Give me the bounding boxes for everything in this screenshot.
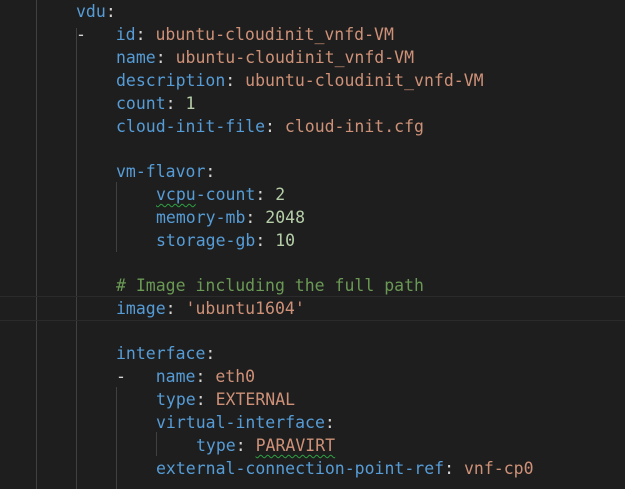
code-line[interactable]: external-connection-point-ref: vnf-cp0 — [0, 457, 625, 480]
yaml-key: count — [116, 94, 166, 113]
yaml-value: 2048 — [265, 208, 306, 227]
code-line-current[interactable]: image: 'ubuntu1604' — [0, 296, 625, 321]
code-line[interactable]: type: EXTERNAL — [0, 388, 625, 411]
yaml-key: external-connection-point-ref — [156, 459, 445, 478]
yaml-key: interface — [116, 344, 206, 363]
code-editor[interactable]: vdu: - id: ubuntu-cloudinit_vnfd-VM name… — [0, 0, 625, 489]
code-line[interactable]: # Image including the full path — [0, 274, 625, 297]
yaml-key: virtual-interface — [156, 413, 325, 432]
yaml-key: name — [155, 367, 196, 386]
yaml-key: memory-mb — [156, 208, 246, 227]
code-line[interactable]: count: 1 — [0, 92, 625, 115]
code-line[interactable]: cloud-init-file: cloud-init.cfg — [0, 115, 625, 138]
list-dash: - — [76, 25, 86, 44]
yaml-value: 2 — [275, 185, 286, 204]
yaml-key-misspelled: vcpu — [156, 185, 196, 204]
yaml-value: ubuntu-cloudinit_vnfd-VM — [155, 25, 394, 44]
code-line[interactable]: vdu: — [0, 0, 625, 23]
code-line[interactable]: name: ubuntu-cloudinit_vnfd-VM — [0, 46, 625, 69]
yaml-value: 1 — [185, 94, 196, 113]
yaml-value: eth0 — [215, 367, 256, 386]
code-line[interactable]: virtual-interface: — [0, 411, 625, 434]
yaml-value: ubuntu-cloudinit_vnfd-VM — [245, 71, 484, 90]
yaml-value: cloud-init.cfg — [284, 117, 424, 136]
yaml-key: cloud-init-file — [116, 117, 266, 136]
code-line[interactable]: storage-gb: 10 — [0, 229, 625, 252]
yaml-value: 10 — [275, 231, 296, 250]
list-dash: - — [116, 367, 126, 386]
yaml-key: -count — [195, 185, 256, 204]
yaml-key: type — [196, 436, 236, 455]
code-line[interactable]: vcpu-count: 2 — [0, 183, 625, 206]
code-line[interactable]: interface: — [0, 342, 625, 365]
yaml-value: ubuntu-cloudinit_vnfd-VM — [175, 48, 415, 67]
yaml-key: vdu — [76, 2, 106, 21]
code-line[interactable]: - id: ubuntu-cloudinit_vnfd-VM — [0, 23, 625, 46]
yaml-key: id — [115, 25, 136, 44]
yaml-value: vnf-cp0 — [463, 459, 534, 478]
yaml-key: vm-flavor — [116, 162, 206, 181]
yaml-key: type — [156, 390, 196, 409]
yaml-value: EXTERNAL — [215, 390, 296, 409]
code-line[interactable]: vm-flavor: — [0, 160, 625, 183]
yaml-key: description — [116, 71, 226, 90]
yaml-key: name — [116, 48, 156, 67]
code-line[interactable]: - name: eth0 — [0, 365, 625, 388]
code-line[interactable]: memory-mb: 2048 — [0, 206, 625, 229]
yaml-value-misspelled: PARAVIRT — [255, 436, 336, 455]
yaml-key: image — [116, 299, 166, 318]
yaml-value: 'ubuntu1604' — [185, 299, 305, 318]
yaml-key: storage-gb — [156, 231, 256, 250]
code-line[interactable]: description: ubuntu-cloudinit_vnfd-VM — [0, 69, 625, 92]
yaml-comment: # Image including the full path — [116, 276, 424, 295]
code-line[interactable]: type: PARAVIRT — [0, 434, 625, 457]
